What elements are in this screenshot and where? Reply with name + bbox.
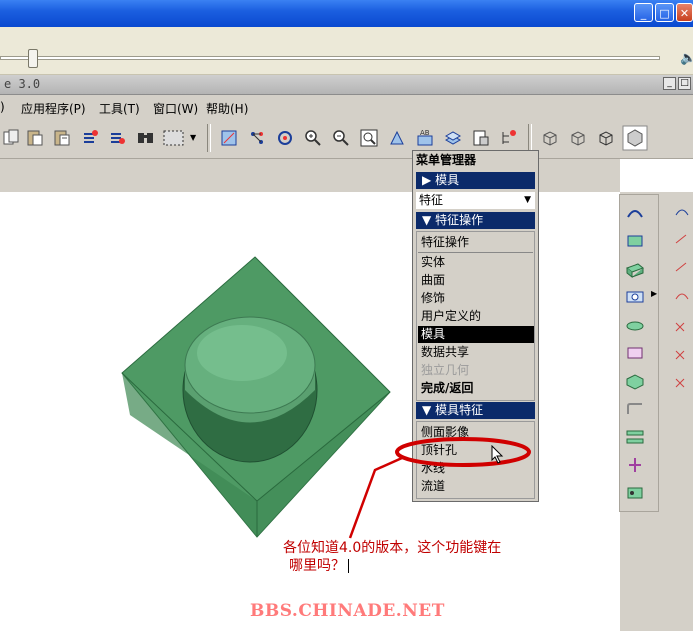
triangle-down-icon: ▼: [422, 213, 432, 227]
section-feature-ops-label: 特征操作: [435, 213, 484, 227]
app-caption-bar: [0, 75, 693, 95]
watermark: BBS.CHINADE.NET: [250, 601, 445, 621]
draft-icon[interactable]: [624, 372, 646, 390]
revolve-icon[interactable]: [624, 203, 646, 221]
annotation-text: 各位知道4.0的版本，这个功能键在 哪里吗？: [283, 539, 553, 575]
menu-tools[interactable]: 工具(T): [99, 100, 140, 117]
refit-icon[interactable]: [359, 128, 379, 148]
find-icon[interactable]: [136, 128, 156, 148]
annotation-line-2-text: 哪里吗？: [289, 558, 345, 574]
section-mold-header[interactable]: ▶ 模具: [416, 172, 535, 189]
menu-window[interactable]: 窗口(W): [153, 100, 198, 117]
triangle-right-icon: ▶: [422, 173, 432, 187]
maximize-icon: □: [659, 7, 670, 20]
sweep-icon[interactable]: [624, 232, 646, 250]
menu-item-data-sharing[interactable]: 数据共享: [421, 344, 469, 361]
paste-icon[interactable]: [25, 128, 45, 148]
triangle-down-icon: ▼: [422, 403, 432, 417]
menu-help[interactable]: 帮助(H): [206, 100, 248, 117]
sketch-tools-column[interactable]: [672, 203, 692, 403]
reorient-icon[interactable]: [387, 128, 407, 148]
layers-icon[interactable]: [443, 128, 463, 148]
paste-special-icon[interactable]: [52, 128, 72, 148]
spin-center-icon[interactable]: [275, 128, 295, 148]
rib-icon[interactable]: [624, 344, 646, 362]
divider: [418, 252, 533, 253]
no-hidden-icon[interactable]: [596, 128, 616, 148]
section-feature-ops-header[interactable]: ▼ 特征操作: [416, 212, 535, 229]
minimize-icon: _: [640, 7, 647, 20]
menu-item-feature-ops[interactable]: 特征操作: [421, 234, 469, 251]
selection-box-icon[interactable]: [162, 128, 188, 148]
feature-dropdown[interactable]: 特征 ▼: [416, 192, 535, 209]
annotation-line-1: 各位知道4.0的版本，这个功能键在: [283, 540, 502, 556]
dropdown-arrow-icon: ▼: [524, 195, 531, 205]
menu-item-mold-selected[interactable]: 模具: [418, 326, 534, 343]
mouse-cursor-icon: [491, 445, 504, 464]
section-mold-features-label: 模具特征: [435, 403, 484, 417]
menu-manager-title: 菜单管理器: [413, 151, 538, 170]
annotation-overlay: [348, 437, 531, 539]
datum-plane-icon[interactable]: [219, 128, 239, 148]
close-button[interactable]: ✕: [676, 3, 693, 22]
mirror-icon[interactable]: [624, 456, 646, 474]
chevron-down-icon[interactable]: ▼: [190, 133, 196, 142]
app-restore-button[interactable]: □: [678, 77, 691, 90]
section-mold-label: 模具: [435, 173, 460, 187]
merge-icon[interactable]: [624, 484, 646, 502]
menu-item-user-defined[interactable]: 用户定义的: [421, 308, 481, 325]
saved-views-icon[interactable]: AB: [415, 128, 435, 148]
copy-icon[interactable]: [2, 128, 22, 148]
maximize-button[interactable]: □: [655, 3, 674, 22]
toolbar-separator: [207, 124, 211, 152]
wireframe-icon[interactable]: [540, 128, 560, 148]
zoom-out-icon[interactable]: [331, 128, 351, 148]
app-minimize-button[interactable]: _: [663, 77, 676, 90]
hidden-line-icon[interactable]: [568, 128, 588, 148]
menu-item-done-return[interactable]: 完成/返回: [421, 380, 473, 397]
seek-slider-thumb[interactable]: [28, 49, 38, 68]
zoom-in-icon[interactable]: [303, 128, 323, 148]
annotation-line-2: 哪里吗？: [283, 557, 553, 575]
model-display-icon[interactable]: [471, 128, 491, 148]
feature-dropdown-value: 特征: [419, 193, 444, 207]
svg-text:AB: AB: [420, 129, 430, 137]
model-tree-icon[interactable]: [499, 128, 519, 148]
text-caret: [348, 559, 349, 573]
app-title: e 3.0: [4, 77, 41, 91]
window-title-bar: [0, 0, 693, 27]
chevron-right-icon[interactable]: ▶: [651, 289, 657, 298]
shading-icon[interactable]: [622, 125, 648, 151]
datum-axis-icon[interactable]: [247, 128, 267, 148]
extrude-icon[interactable]: [624, 260, 646, 278]
menu-item-independent-geometry: 独立几何: [421, 363, 470, 377]
media-bar: [0, 27, 693, 75]
leader-line: [348, 456, 403, 539]
close-icon: ✕: [679, 7, 690, 20]
menu-item-cosmetic[interactable]: 修饰: [421, 290, 445, 307]
toolbar-separator: [528, 124, 532, 152]
menu-fragment: ): [0, 100, 5, 114]
volume-icon[interactable]: 🔈: [680, 51, 693, 66]
section-mold-features-header[interactable]: ▼ 模具特征: [416, 402, 535, 419]
hole-icon[interactable]: [624, 288, 646, 306]
minimize-button[interactable]: _: [634, 3, 653, 22]
regenerate-icon[interactable]: [80, 128, 100, 148]
highlight-ellipse: [395, 437, 531, 467]
menu-applications[interactable]: 应用程序(P): [21, 100, 86, 117]
menu-item-surface[interactable]: 曲面: [421, 272, 445, 289]
regenerate-manager-icon[interactable]: [107, 128, 127, 148]
menu-item-solid[interactable]: 实体: [421, 254, 445, 271]
round-icon[interactable]: [624, 400, 646, 418]
seek-slider-track[interactable]: [0, 56, 660, 60]
pattern-icon[interactable]: [624, 428, 646, 446]
shell-icon[interactable]: [624, 316, 646, 334]
